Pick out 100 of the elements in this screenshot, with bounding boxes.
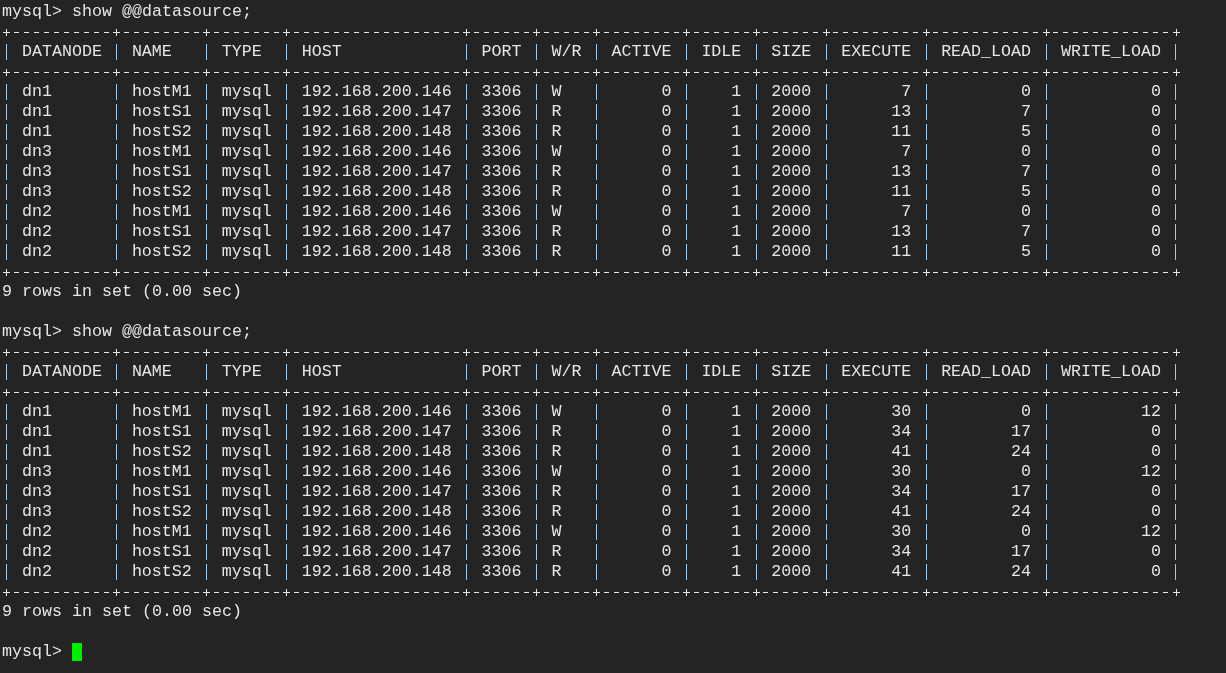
- table-cell-text: hostS2: [130, 442, 193, 462]
- table-cell-text: mysql: [220, 222, 273, 242]
- table-cell-text: 1: [730, 402, 743, 422]
- table-cell-text: 2000: [770, 462, 813, 482]
- table-cell-text: mysql: [220, 562, 273, 582]
- table-cell-text: 2000: [770, 202, 813, 222]
- column-header: W/R: [550, 42, 583, 62]
- table-cell-text: 3306: [480, 202, 523, 222]
- table-cell-text: mysql: [220, 462, 273, 482]
- table-cell-text: mysql: [220, 82, 273, 102]
- table-cell-text: 0: [1150, 422, 1162, 442]
- table-cell-text: 1: [730, 422, 743, 442]
- table-cell-text: hostS2: [130, 122, 193, 142]
- table-cell-text: 0: [660, 542, 673, 562]
- table-cell-text: 192.168.200.148: [300, 182, 453, 202]
- table-cell-text: 17: [1010, 422, 1033, 442]
- table-cell-text: 3306: [480, 522, 523, 542]
- table-cell-text: W: [550, 522, 563, 542]
- table-cell-text: hostS2: [130, 182, 193, 202]
- table-cell-text: 0: [1020, 462, 1033, 482]
- table-cell-text: 41: [890, 502, 913, 522]
- table-cell-text: 3306: [480, 162, 523, 182]
- table-cell-text: 2000: [770, 482, 813, 502]
- table-cell-text: 2000: [770, 562, 813, 582]
- table-cell-text: 7: [1020, 102, 1033, 122]
- table-cell-text: 0: [660, 102, 673, 122]
- table-cell-text: 192.168.200.147: [300, 542, 453, 562]
- table-cell-text: 1: [730, 442, 743, 462]
- table-cell-text: 0: [1150, 482, 1162, 502]
- table-cell-text: 34: [890, 542, 913, 562]
- table-cell-text: 17: [1010, 482, 1033, 502]
- table-cell-text: 7: [900, 82, 913, 102]
- table-cell-text: 0: [1150, 562, 1162, 582]
- table-cell-text: dn2: [20, 242, 53, 262]
- table-cell-text: 1: [730, 462, 743, 482]
- table-cell-text: 0: [660, 162, 673, 182]
- table-cell-text: 192.168.200.147: [300, 422, 453, 442]
- table-cell-text: 1: [730, 482, 743, 502]
- table-cell-text: 0: [1150, 102, 1162, 122]
- table-cell-text: 192.168.200.146: [300, 82, 453, 102]
- table-cell-text: 3306: [480, 102, 523, 122]
- table-cell-text: mysql: [220, 242, 273, 262]
- table-cell-text: dn1: [20, 122, 53, 142]
- table-cell-text: hostS1: [130, 222, 193, 242]
- table-cell-text: hostS1: [130, 542, 193, 562]
- table-cell-text: 3306: [480, 562, 523, 582]
- table-cell-text: W: [550, 202, 563, 222]
- table-cell-text: 24: [1010, 562, 1033, 582]
- table-cell-text: W: [550, 402, 563, 422]
- column-header: READ_LOAD: [940, 42, 1033, 62]
- table-cell-text: hostS2: [130, 562, 193, 582]
- table-cell-text: 2000: [770, 122, 813, 142]
- table-cell-text: 1: [730, 222, 743, 242]
- table-cell-text: 12: [1140, 522, 1162, 542]
- prompt-text: mysql>: [2, 642, 62, 662]
- table-cell-text: mysql: [220, 482, 273, 502]
- column-header: DATANODE: [20, 42, 103, 62]
- table-cell-text: hostS1: [130, 422, 193, 442]
- table-cell-text: 1: [730, 522, 743, 542]
- table-cell-text: 24: [1010, 502, 1033, 522]
- command-text: show @@datasource;: [71, 322, 252, 342]
- table-cell-text: dn1: [20, 82, 53, 102]
- table-cell-text: 0: [1150, 222, 1162, 242]
- table-cell-text: mysql: [220, 162, 273, 182]
- command-text: show @@datasource;: [71, 2, 252, 22]
- table-cell-text: mysql: [220, 122, 273, 142]
- table-cell-text: 1: [730, 162, 743, 182]
- table-cell-text: 3306: [480, 142, 523, 162]
- table-cell-text: 0: [1150, 82, 1162, 102]
- table-cell-text: mysql: [220, 442, 273, 462]
- column-header: IDLE: [700, 42, 743, 62]
- table-cell-text: 192.168.200.146: [300, 202, 453, 222]
- table-cell-text: 0: [660, 422, 673, 442]
- table-cell-text: 7: [900, 142, 913, 162]
- table-cell-text: W: [550, 142, 563, 162]
- column-header: EXECUTE: [840, 362, 913, 382]
- table-cell-text: R: [550, 222, 563, 242]
- table-cell-text: 0: [660, 562, 673, 582]
- prompt-text: mysql>: [2, 2, 62, 22]
- table-cell-text: 192.168.200.146: [300, 402, 453, 422]
- table-cell-text: 192.168.200.146: [300, 522, 453, 542]
- table-cell-text: dn2: [20, 562, 53, 582]
- table-cell-text: 7: [1020, 222, 1033, 242]
- table-cell-text: 192.168.200.148: [300, 442, 453, 462]
- table-cell-text: hostM1: [130, 202, 193, 222]
- table-cell-text: R: [550, 562, 563, 582]
- table-cell-text: 0: [660, 242, 673, 262]
- table-cell-text: R: [550, 162, 563, 182]
- table-cell-text: 0: [1020, 142, 1033, 162]
- status-text: 9 rows in set (0.00 sec): [2, 602, 242, 622]
- table-cell-text: 0: [660, 122, 673, 142]
- column-header: HOST: [300, 42, 343, 62]
- table-cell-text: 3306: [480, 482, 523, 502]
- table-cell-text: 1: [730, 202, 743, 222]
- column-header: IDLE: [700, 362, 743, 382]
- table-cell-text: 3306: [480, 182, 523, 202]
- table-cell-text: 1: [730, 502, 743, 522]
- table-cell-text: 0: [1150, 122, 1162, 142]
- table-cell-text: 0: [1020, 402, 1033, 422]
- table-cell-text: 0: [660, 522, 673, 542]
